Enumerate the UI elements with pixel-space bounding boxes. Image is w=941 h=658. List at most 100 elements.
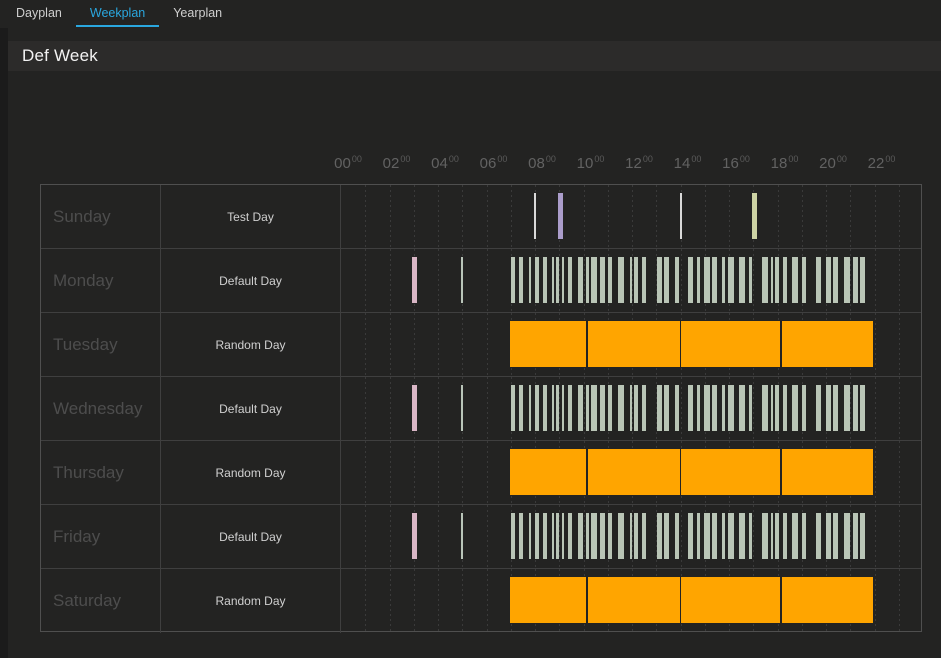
hour-gridline: [898, 249, 900, 312]
page-title-bar: Def Week: [8, 41, 941, 71]
barcode-bar: [561, 385, 564, 431]
schedule-mark[interactable]: [412, 513, 418, 559]
hour-gridline: [898, 441, 900, 504]
schedule-block[interactable]: [680, 577, 781, 623]
schedule-barcode[interactable]: [510, 385, 868, 431]
left-edge-strip: [0, 28, 8, 658]
barcode-bar: [518, 513, 523, 559]
barcode-bar: [859, 385, 865, 431]
schedule-mark[interactable]: [412, 257, 418, 303]
schedule-block[interactable]: [781, 321, 874, 367]
barcode-bar: [551, 385, 554, 431]
barcode-bar: [815, 257, 821, 303]
barcode-bar: [663, 385, 669, 431]
plan-label[interactable]: Test Day: [161, 185, 341, 248]
time-label-hour: 18: [770, 155, 788, 172]
barcode-bar: [815, 513, 821, 559]
schedule-mark[interactable]: [461, 385, 464, 431]
schedule-block[interactable]: [680, 321, 781, 367]
barcode-bar: [801, 385, 806, 431]
hour-gridline: [438, 569, 439, 633]
hour-gridline: [413, 569, 415, 633]
plan-label[interactable]: Random Day: [161, 313, 341, 376]
schedule-mark[interactable]: [461, 257, 464, 303]
timeline-cell[interactable]: [341, 377, 921, 440]
schedule-barcode[interactable]: [510, 257, 868, 303]
schedule-barcode[interactable]: [510, 513, 868, 559]
hour-gridline: [438, 185, 439, 248]
hour-gridline: [850, 185, 852, 248]
barcode-bar: [656, 513, 662, 559]
hour-gridline: [389, 249, 391, 312]
timeline-cell[interactable]: [341, 313, 921, 376]
barcode-bar: [843, 257, 850, 303]
hour-gridline: [389, 313, 391, 376]
plan-label[interactable]: Random Day: [161, 441, 341, 504]
barcode-bar: [617, 513, 624, 559]
time-label-minutes: 00: [642, 154, 653, 164]
day-label[interactable]: Tuesday: [41, 313, 161, 376]
plan-label[interactable]: Default Day: [161, 505, 341, 568]
time-label-minutes: 00: [788, 154, 799, 164]
tab-yearplan[interactable]: Yearplan: [159, 0, 236, 27]
schedule-block[interactable]: [509, 321, 587, 367]
day-label[interactable]: Friday: [41, 505, 161, 568]
barcode-bar: [748, 257, 752, 303]
plan-label[interactable]: Default Day: [161, 377, 341, 440]
schedule-mark[interactable]: [412, 385, 418, 431]
barcode-bar: [567, 257, 572, 303]
schedule-mark[interactable]: [534, 193, 536, 239]
tab-dayplan[interactable]: Dayplan: [2, 0, 76, 27]
day-label[interactable]: Sunday: [41, 185, 161, 248]
barcode-bar: [641, 257, 646, 303]
timeline-cell[interactable]: [341, 569, 921, 633]
schedule-mark[interactable]: [679, 193, 682, 239]
barcode-bar: [534, 257, 539, 303]
timeline-cell[interactable]: [341, 249, 921, 312]
barcode-bar: [738, 385, 745, 431]
schedule-mark[interactable]: [557, 193, 563, 239]
barcode-bar: [696, 257, 700, 303]
barcode-bar: [542, 385, 547, 431]
day-label[interactable]: Monday: [41, 249, 161, 312]
hour-gridline: [365, 505, 367, 568]
barcode-bar: [607, 257, 612, 303]
barcode-bar: [518, 385, 523, 431]
schedule-block[interactable]: [509, 449, 587, 495]
time-label-minutes: 00: [885, 154, 896, 164]
time-label-minutes: 00: [351, 154, 362, 164]
barcode-bar: [599, 385, 605, 431]
timeline-cell[interactable]: [341, 505, 921, 568]
timeline-cell[interactable]: [341, 441, 921, 504]
timeline-cell[interactable]: [341, 185, 921, 248]
barcode-bar: [687, 257, 693, 303]
schedule-block[interactable]: [587, 449, 680, 495]
hour-gridline: [462, 441, 464, 504]
hour-gridline: [874, 505, 876, 568]
time-label-hour: 06: [479, 155, 497, 172]
time-label-minutes: 00: [448, 154, 459, 164]
day-label[interactable]: Saturday: [41, 569, 161, 633]
day-label[interactable]: Wednesday: [41, 377, 161, 440]
schedule-block[interactable]: [781, 577, 874, 623]
schedule-block[interactable]: [587, 577, 680, 623]
barcode-bar: [629, 513, 632, 559]
barcode-bar: [770, 257, 773, 303]
barcode-bar: [577, 513, 583, 559]
schedule-block[interactable]: [509, 577, 587, 623]
schedule-mark[interactable]: [461, 513, 464, 559]
time-label-hour: 22: [867, 155, 885, 172]
barcode-bar: [674, 257, 679, 303]
schedule-block[interactable]: [587, 321, 680, 367]
barcode-bar: [663, 257, 669, 303]
plan-label[interactable]: Default Day: [161, 249, 341, 312]
schedule-mark[interactable]: [751, 193, 757, 239]
barcode-bar: [607, 513, 612, 559]
day-label[interactable]: Thursday: [41, 441, 161, 504]
schedule-block[interactable]: [680, 449, 781, 495]
barcode-bar: [696, 513, 700, 559]
schedule-block[interactable]: [781, 449, 874, 495]
tab-weekplan[interactable]: Weekplan: [75, 0, 160, 27]
plan-label[interactable]: Random Day: [161, 569, 341, 633]
table-row: Saturday Random Day: [41, 569, 921, 633]
